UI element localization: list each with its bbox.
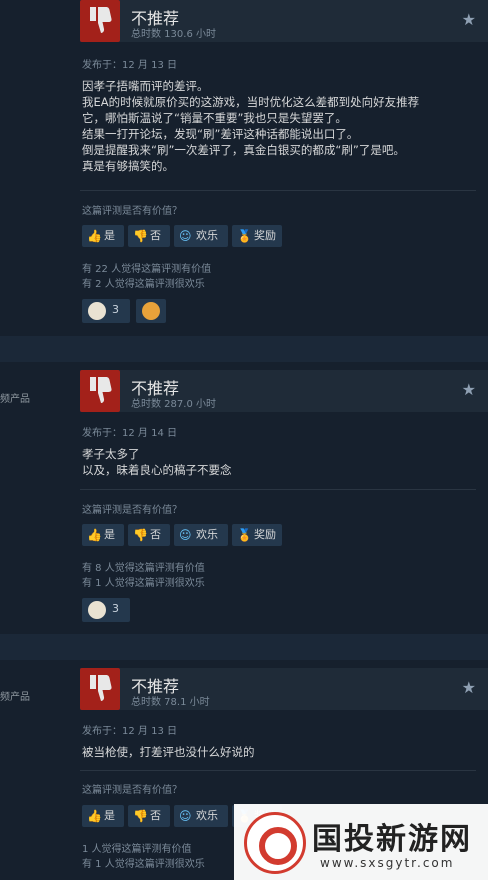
review-body: 被当枪使，打差评也没什么好说的 xyxy=(82,744,482,760)
divider xyxy=(80,489,476,490)
vote-funny-label: 欢乐 xyxy=(196,229,218,242)
review-posted-date: 发布于：12 月 14 日 xyxy=(82,428,177,439)
helpful-count: 有 22 人觉得这篇评测有价值 xyxy=(82,264,212,275)
thumbs-up-icon: 👍 xyxy=(87,229,102,243)
watermark-url: www.sxsgytr.com xyxy=(320,856,455,870)
review-line: 倒是提醒我来“刷”一次差评了，真金白银买的都成“刷”了是吧。 xyxy=(82,143,405,157)
vote-yes-label: 是 xyxy=(104,528,115,541)
award-badge[interactable]: 3 xyxy=(82,299,130,323)
award-icon: 🏅 xyxy=(237,528,252,542)
thumbs-down-icon xyxy=(80,0,120,42)
funny-count: 有 1 人觉得这篇评测很欢乐 xyxy=(82,859,205,870)
vote-funny-button[interactable]: ☺ 欢乐 xyxy=(174,225,228,247)
award-face-icon xyxy=(88,302,106,320)
helpful-question: 这篇评测是否有价值？ xyxy=(82,206,182,217)
thumbs-down-icon xyxy=(80,668,120,710)
award-badge[interactable] xyxy=(136,299,166,323)
review-line: 它，哪怕斯温说了“销量不重要”我也只是失望罢了。 xyxy=(82,111,347,125)
vote-funny-label: 欢乐 xyxy=(196,528,218,541)
review-line: 因孝子捂嘴而评的差评。 xyxy=(82,79,209,93)
award-badge[interactable]: 3 xyxy=(82,598,130,622)
side-note: 频产品 xyxy=(0,692,30,703)
thumbs-down-icon: 👎 xyxy=(133,229,148,243)
divider xyxy=(80,770,476,771)
thumbs-down-icon: 👎 xyxy=(133,528,148,542)
review-line: 真是有够搞笑的。 xyxy=(82,159,174,173)
helpful-question: 这篇评测是否有价值？ xyxy=(82,505,182,516)
funny-count: 有 2 人觉得这篇评测很欢乐 xyxy=(82,279,205,290)
vote-funny-button[interactable]: ☺ 欢乐 xyxy=(174,805,228,827)
star-icon[interactable]: ★ xyxy=(462,10,476,29)
vote-funny-label: 欢乐 xyxy=(196,809,218,822)
award-face-icon xyxy=(88,601,106,619)
vote-yes-button[interactable]: 👍 是 xyxy=(82,225,124,247)
review-card-2: 频产品 不推荐 总时数 287.0 小时 ★ 发布于：12 月 14 日 孝子太… xyxy=(0,362,488,634)
vote-no-button[interactable]: 👎 否 xyxy=(128,805,170,827)
review-line: 孝子太多了 xyxy=(82,447,140,461)
award-icon: 🏅 xyxy=(237,229,252,243)
award-count: 3 xyxy=(112,303,119,316)
thumbs-up-icon: 👍 xyxy=(87,809,102,823)
vote-no-button[interactable]: 👎 否 xyxy=(128,225,170,247)
award-button[interactable]: 🏅奖励 xyxy=(232,524,282,546)
vote-no-label: 否 xyxy=(150,528,161,541)
review-hours: 总时数 287.0 小时 xyxy=(131,399,216,410)
watermark-title: 国投新游网 xyxy=(312,822,472,857)
review-header: 不推荐 总时数 287.0 小时 ★ xyxy=(80,370,488,412)
divider xyxy=(80,190,476,191)
vote-yes-button[interactable]: 👍 是 xyxy=(82,805,124,827)
review-hours: 总时数 130.6 小时 xyxy=(131,29,216,40)
vote-no-label: 否 xyxy=(150,229,161,242)
award-button[interactable]: 🏅奖励 xyxy=(232,225,282,247)
award-hearts-icon xyxy=(142,302,160,320)
review-card-1: 不推荐 总时数 130.6 小时 ★ 发布于：12 月 13 日 因孝子捂嘴而评… xyxy=(0,0,488,336)
review-posted-date: 发布于：12 月 13 日 xyxy=(82,60,177,71)
award-label: 奖励 xyxy=(254,528,276,541)
review-body: 孝子太多了 以及，昧着良心的稿子不要念 xyxy=(82,446,482,478)
vote-no-button[interactable]: 👎 否 xyxy=(128,524,170,546)
smile-icon: ☺ xyxy=(179,229,192,243)
review-posted-date: 发布于：12 月 13 日 xyxy=(82,726,177,737)
review-line: 以及，昧着良心的稿子不要念 xyxy=(82,463,232,477)
review-gap xyxy=(0,336,488,362)
vote-yes-button[interactable]: 👍 是 xyxy=(82,524,124,546)
review-stats: 有 8 人觉得这篇评测有价值 有 1 人觉得这篇评测很欢乐 xyxy=(82,561,205,591)
vote-yes-label: 是 xyxy=(104,809,115,822)
review-line: 被当枪使，打差评也没什么好说的 xyxy=(82,745,255,759)
award-label: 奖励 xyxy=(254,229,276,242)
helpful-count: 有 8 人觉得这篇评测有价值 xyxy=(82,563,205,574)
vote-yes-label: 是 xyxy=(104,229,115,242)
star-icon[interactable]: ★ xyxy=(462,380,476,399)
helpful-question: 这篇评测是否有价值？ xyxy=(82,785,182,796)
smile-icon: ☺ xyxy=(179,528,192,542)
thumbs-down-icon xyxy=(80,370,120,412)
review-body: 因孝子捂嘴而评的差评。 我EA的时候就原价买的这游戏，当时优化这么差都到处向好友… xyxy=(82,78,482,174)
vote-funny-button[interactable]: ☺ 欢乐 xyxy=(174,524,228,546)
watermark-logo-icon xyxy=(244,812,306,874)
review-stats: 1 人觉得这篇评测有价值 有 1 人觉得这篇评测很欢乐 xyxy=(82,842,205,872)
star-icon[interactable]: ★ xyxy=(462,678,476,697)
award-count: 3 xyxy=(112,602,119,615)
vote-no-label: 否 xyxy=(150,809,161,822)
review-header: 不推荐 总时数 78.1 小时 ★ xyxy=(80,668,488,710)
review-line: 我EA的时候就原价买的这游戏，当时优化这么差都到处向好友推荐 xyxy=(82,95,420,109)
review-header: 不推荐 总时数 130.6 小时 ★ xyxy=(80,0,488,42)
watermark: 国投新游网 www.sxsgytr.com xyxy=(234,804,488,880)
review-line: 结果一打开论坛，发现“刷”差评这种话都能说出口了。 xyxy=(82,127,359,141)
review-hours: 总时数 78.1 小时 xyxy=(131,697,210,708)
review-gap xyxy=(0,634,488,660)
thumbs-up-icon: 👍 xyxy=(87,528,102,542)
smile-icon: ☺ xyxy=(179,809,192,823)
review-stats: 有 22 人觉得这篇评测有价值 有 2 人觉得这篇评测很欢乐 xyxy=(82,262,211,292)
thumbs-down-icon: 👎 xyxy=(133,809,148,823)
side-note: 频产品 xyxy=(0,394,30,405)
funny-count: 有 1 人觉得这篇评测很欢乐 xyxy=(82,578,205,589)
helpful-count: 1 人觉得这篇评测有价值 xyxy=(82,844,192,855)
